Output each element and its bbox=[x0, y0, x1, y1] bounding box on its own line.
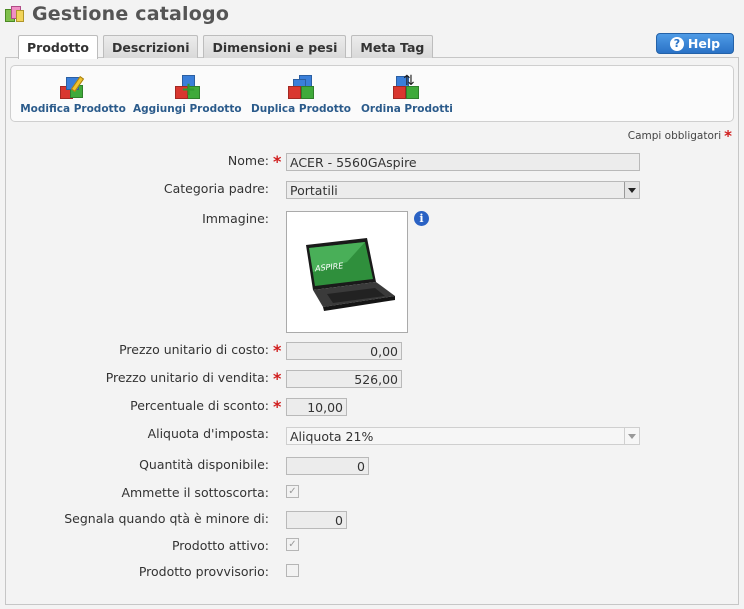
add-product-icon: + bbox=[171, 74, 201, 100]
segnala-label: Segnala quando qtà è minore di: bbox=[64, 511, 269, 526]
prodotto-provvisorio-label: Prodotto provvisorio: bbox=[138, 564, 269, 579]
required-note-text: Campi obbligatori bbox=[627, 130, 722, 142]
ordina-prodotti-label: Ordina Prodotti bbox=[361, 103, 453, 115]
duplicate-product-icon bbox=[285, 74, 315, 100]
quantita-label: Quantità disponibile: bbox=[139, 457, 269, 472]
chevron-down-icon[interactable] bbox=[624, 428, 639, 444]
aliquota-label: Aliquota d'imposta: bbox=[147, 426, 269, 441]
product-image[interactable]: ASPIRE bbox=[286, 211, 408, 333]
page-header: Gestione catalogo bbox=[4, 2, 229, 26]
percentuale-sconto-input[interactable]: 10,00 bbox=[286, 398, 347, 416]
modifica-prodotto-label: Modifica Prodotto bbox=[20, 103, 126, 115]
aliquota-select[interactable]: Aliquota 21% bbox=[286, 427, 640, 445]
duplica-prodotto-label: Duplica Prodotto bbox=[251, 103, 351, 115]
required-star-icon: * bbox=[724, 127, 732, 145]
prodotto-attivo-checkbox[interactable]: ✓ bbox=[286, 538, 299, 551]
tab-descrizioni[interactable]: Descrizioni bbox=[103, 35, 199, 58]
action-toolbar: Modifica Prodotto + Aggiungi Prodotto Du… bbox=[10, 65, 734, 122]
help-button[interactable]: ? Help bbox=[656, 33, 734, 54]
quantita-input[interactable]: 0 bbox=[286, 457, 369, 475]
segnala-input[interactable]: 0 bbox=[286, 511, 347, 529]
tab-dimensioni-e-pesi[interactable]: Dimensioni e pesi bbox=[203, 35, 347, 58]
sort-products-icon: ⇅ bbox=[391, 74, 421, 100]
sottoscorta-checkbox[interactable]: ✓ bbox=[286, 485, 299, 498]
prezzo-vendita-label: Prezzo unitario di vendita: bbox=[105, 370, 269, 385]
duplica-prodotto-button[interactable]: Duplica Prodotto bbox=[251, 74, 351, 115]
categoria-padre-value: Portatili bbox=[290, 182, 338, 198]
categoria-padre-select[interactable]: Portatili bbox=[286, 181, 640, 199]
prodotto-attivo-label: Prodotto attivo: bbox=[171, 538, 269, 553]
nome-label: Nome: bbox=[227, 153, 269, 168]
aliquota-value: Aliquota 21% bbox=[290, 428, 374, 444]
ordina-prodotti-button[interactable]: ⇅ Ordina Prodotti bbox=[361, 74, 453, 115]
tab-prodotto[interactable]: Prodotto bbox=[18, 35, 98, 59]
aggiungi-prodotto-button[interactable]: + Aggiungi Prodotto bbox=[133, 74, 242, 115]
edit-product-icon bbox=[58, 74, 88, 100]
nome-input[interactable]: ACER - 5560GAspire bbox=[286, 153, 640, 171]
help-label: Help bbox=[687, 36, 721, 51]
required-star-icon: * bbox=[273, 369, 282, 388]
page-title: Gestione catalogo bbox=[32, 3, 230, 25]
info-icon[interactable]: i bbox=[414, 211, 429, 226]
prezzo-vendita-input[interactable]: 526,00 bbox=[286, 370, 402, 388]
sottoscorta-label: Ammette il sottoscorta: bbox=[121, 485, 269, 500]
catalog-icon bbox=[4, 4, 26, 24]
tab-bar: Prodotto Descrizioni Dimensioni e pesi M… bbox=[18, 35, 438, 59]
immagine-label: Immagine: bbox=[202, 211, 269, 226]
required-fields-note: Campi obbligatori * bbox=[627, 127, 732, 145]
tab-meta-tag[interactable]: Meta Tag bbox=[351, 35, 434, 58]
required-star-icon: * bbox=[273, 152, 282, 171]
prodotto-provvisorio-checkbox[interactable] bbox=[286, 564, 299, 577]
question-icon: ? bbox=[669, 36, 684, 51]
laptop-image: ASPIRE bbox=[306, 238, 395, 311]
prezzo-costo-label: Prezzo unitario di costo: bbox=[119, 342, 269, 357]
prezzo-costo-input[interactable]: 0,00 bbox=[286, 342, 402, 360]
required-star-icon: * bbox=[273, 341, 282, 360]
categoria-padre-label: Categoria padre: bbox=[163, 181, 269, 196]
chevron-down-icon[interactable] bbox=[624, 182, 639, 198]
aggiungi-prodotto-label: Aggiungi Prodotto bbox=[133, 103, 242, 115]
required-star-icon: * bbox=[273, 397, 282, 416]
percentuale-sconto-label: Percentuale di sconto: bbox=[130, 398, 269, 413]
modifica-prodotto-button[interactable]: Modifica Prodotto bbox=[18, 74, 128, 115]
